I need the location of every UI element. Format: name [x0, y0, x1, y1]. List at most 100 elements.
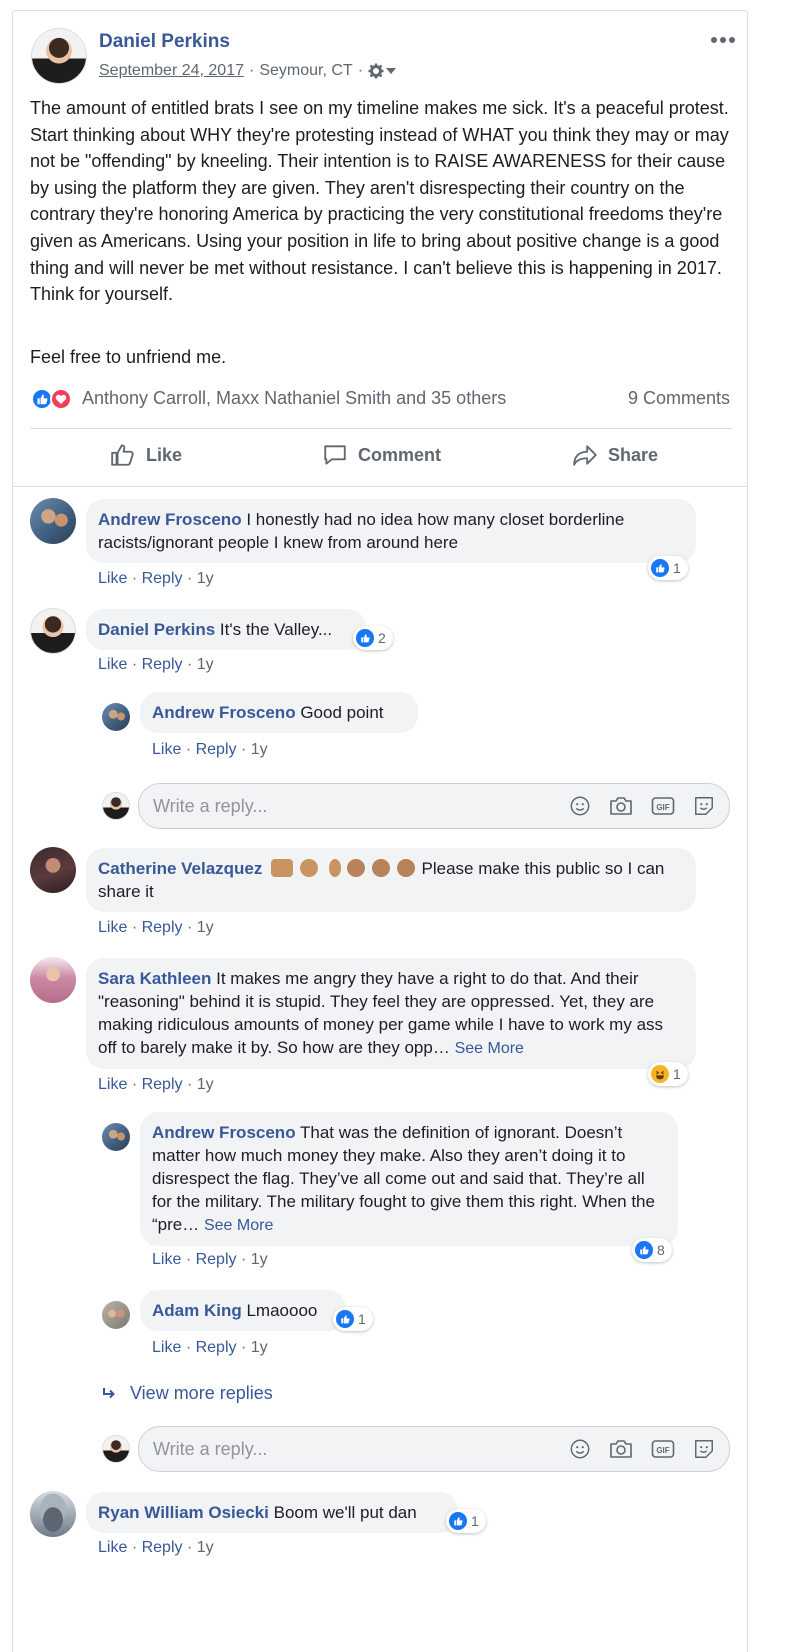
comment-like-link[interactable]: Like: [152, 1251, 181, 1268]
see-more-link[interactable]: See More: [204, 1217, 273, 1234]
post-date[interactable]: September 24, 2017: [99, 62, 244, 80]
comment-like-link[interactable]: Like: [98, 919, 127, 936]
clapping-hands-emoji-icon: [372, 859, 391, 877]
comment-text: Boom we'll put dan: [273, 1503, 417, 1522]
reactions-summary[interactable]: Anthony Carroll, Maxx Nathaniel Smith an…: [82, 388, 506, 409]
comment-like-link[interactable]: Like: [98, 1076, 127, 1093]
comment-author[interactable]: Ryan William Osiecki: [98, 1503, 269, 1522]
comment-time[interactable]: 1y: [251, 741, 268, 758]
comments-count[interactable]: 9 Comments: [628, 388, 730, 409]
comment-button[interactable]: Comment: [322, 442, 441, 468]
like-button-label: Like: [146, 444, 183, 465]
comment-reply-link[interactable]: Reply: [142, 919, 183, 936]
reaction-badge[interactable]: 2: [353, 626, 393, 650]
comment-reply-link[interactable]: Reply: [142, 1076, 183, 1093]
comment-author[interactable]: Andrew Frosceno: [152, 703, 296, 722]
comment-like-link[interactable]: Like: [152, 741, 181, 758]
comment-author[interactable]: Sara Kathleen: [98, 969, 211, 988]
comment-reply-link[interactable]: Reply: [142, 570, 183, 587]
comment-like-link[interactable]: Like: [98, 656, 127, 673]
comment-reply-link[interactable]: Reply: [196, 1339, 237, 1356]
meta-dot: ·: [186, 919, 193, 936]
author-avatar[interactable]: [31, 28, 87, 84]
clapping-hands-emoji-icon: [347, 859, 366, 877]
post-footer-line: Feel free to unfriend me.: [30, 347, 227, 367]
comment-author[interactable]: Andrew Frosceno: [152, 1123, 296, 1142]
comment-like-link[interactable]: Like: [98, 570, 127, 587]
meta-dot: ·: [131, 656, 138, 673]
reply-avatar[interactable]: [102, 1301, 130, 1329]
reaction-badge[interactable]: 1: [648, 556, 688, 580]
camera-icon[interactable]: [609, 795, 633, 817]
post-card: Daniel Perkins September 24, 2017 · Seym…: [12, 10, 748, 1652]
view-more-replies-label: View more replies: [130, 1383, 273, 1403]
comment-time[interactable]: 1y: [197, 570, 214, 587]
gif-icon[interactable]: GIF: [651, 795, 675, 817]
reply-input[interactable]: Write a reply... GIF: [138, 1426, 730, 1472]
reaction-badge[interactable]: 1: [446, 1509, 486, 1533]
privacy-gear-icon[interactable]: [368, 63, 397, 79]
camera-icon[interactable]: [609, 1438, 633, 1460]
author-name[interactable]: Daniel Perkins: [99, 31, 230, 53]
more-horizontal-icon[interactable]: [711, 37, 735, 43]
comment-reply-link[interactable]: Reply: [142, 1539, 183, 1556]
comment-reply-link[interactable]: Reply: [142, 656, 183, 673]
reply-arrow-icon: [103, 1387, 115, 1398]
comment-like-link[interactable]: Like: [98, 1539, 127, 1556]
reply-avatar[interactable]: [102, 703, 130, 731]
share-button[interactable]: Share: [572, 442, 658, 468]
comments-divider: [12, 486, 748, 487]
view-more-replies-link[interactable]: View more replies: [102, 1383, 273, 1404]
commenter-avatar[interactable]: [30, 608, 76, 654]
commenter-avatar[interactable]: [30, 847, 76, 893]
comment-author[interactable]: Adam King: [152, 1301, 242, 1320]
comment-like-link[interactable]: Like: [152, 1339, 181, 1356]
reaction-count: 8: [657, 1242, 665, 1258]
post-location[interactable]: Seymour, CT: [259, 62, 352, 80]
comment-time[interactable]: 1y: [251, 1251, 268, 1268]
like-reaction-icon: [651, 559, 669, 577]
sticker-icon[interactable]: [693, 1438, 715, 1460]
reaction-badge[interactable]: 1: [333, 1307, 373, 1331]
divider: [30, 428, 732, 429]
commenter-avatar[interactable]: [30, 957, 76, 1003]
commenter-avatar[interactable]: [30, 1491, 76, 1537]
reaction-icons[interactable]: [31, 388, 72, 410]
share-button-label: Share: [608, 444, 659, 465]
reply-bubble: Andrew Frosceno That was the definition …: [140, 1112, 678, 1246]
share-arrow-icon: [573, 445, 597, 466]
comment-reply-link[interactable]: Reply: [196, 1251, 237, 1268]
gif-icon[interactable]: GIF: [651, 1438, 675, 1460]
comment-reply-link[interactable]: Reply: [196, 741, 237, 758]
like-reaction-icon: [635, 1241, 653, 1259]
reaction-badge[interactable]: 8: [632, 1238, 672, 1262]
comment-meta: Like · Reply · 1y: [98, 656, 214, 674]
comment-author[interactable]: Catherine Velazquez: [98, 859, 262, 878]
comment-icon: [324, 445, 346, 465]
raised-hands-emoji-icon: [271, 859, 294, 877]
reply-input[interactable]: Write a reply... GIF: [138, 783, 730, 829]
comment-time[interactable]: 1y: [197, 656, 214, 673]
comment-time[interactable]: 1y: [197, 1076, 214, 1093]
meta-dot: ·: [131, 919, 138, 936]
like-reaction-icon: [336, 1310, 354, 1328]
sticker-icon[interactable]: [693, 795, 715, 817]
meta-dot: ·: [185, 1251, 192, 1268]
reaction-count: 1: [471, 1513, 479, 1529]
comment-author[interactable]: Daniel Perkins: [98, 620, 215, 639]
comment-author[interactable]: Andrew Frosceno: [98, 510, 242, 529]
comment-time[interactable]: 1y: [197, 919, 214, 936]
comment-text: Good point: [300, 703, 384, 722]
comment-time[interactable]: 1y: [197, 1539, 214, 1556]
reaction-badge[interactable]: 1: [648, 1062, 688, 1086]
emoji-icon[interactable]: [569, 1438, 591, 1460]
comment-time[interactable]: 1y: [251, 1339, 268, 1356]
emoji-icon[interactable]: [569, 795, 591, 817]
reply-bubble: Adam King Lmaoooo: [140, 1290, 346, 1331]
see-more-link[interactable]: See More: [455, 1040, 524, 1057]
like-reaction-icon: [449, 1512, 467, 1530]
commenter-avatar[interactable]: [30, 498, 76, 544]
like-button[interactable]: Like: [110, 442, 182, 468]
reply-avatar[interactable]: [102, 1123, 130, 1151]
clapping-hands-emoji-icon: [396, 859, 415, 877]
